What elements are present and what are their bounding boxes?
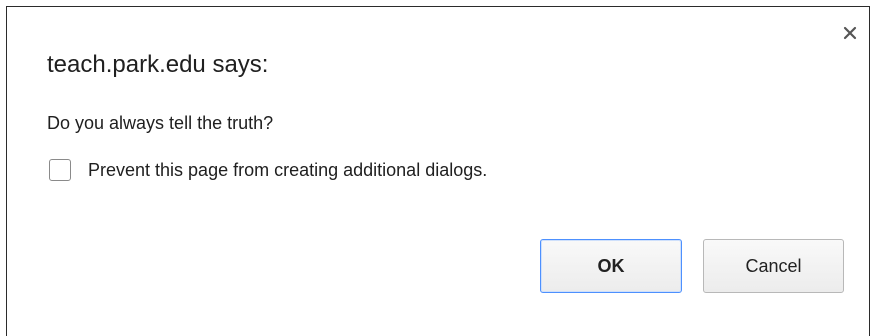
close-button[interactable]: [840, 25, 860, 45]
ok-button[interactable]: OK: [540, 239, 682, 293]
cancel-button[interactable]: Cancel: [703, 239, 844, 293]
close-icon: [843, 26, 857, 45]
dialog-message: Do you always tell the truth?: [47, 113, 274, 133]
prevent-dialogs-checkbox[interactable]: [49, 159, 71, 181]
dialog-title: teach.park.edu says:: [47, 51, 269, 78]
prevent-dialogs-option[interactable]: Prevent this page from creating addition…: [49, 159, 487, 181]
alert-dialog: teach.park.edu says: Do you always tell …: [6, 6, 870, 336]
prevent-dialogs-label: Prevent this page from creating addition…: [88, 159, 488, 180]
